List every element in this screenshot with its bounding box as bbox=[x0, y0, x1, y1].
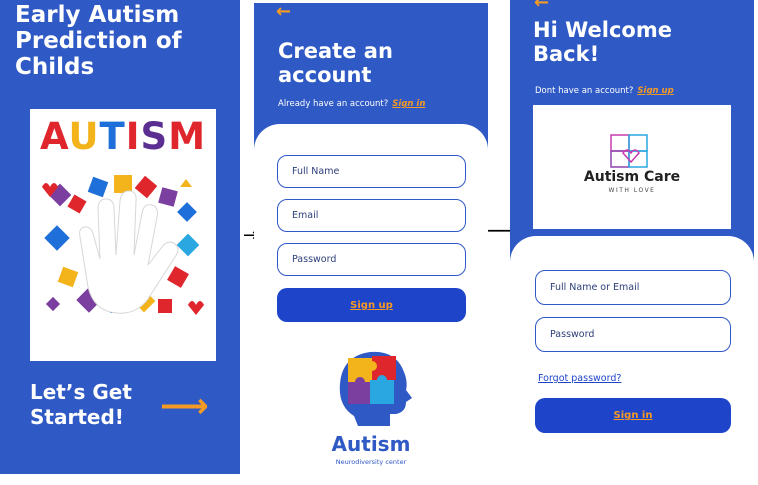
puzzle-heart-icon bbox=[610, 134, 648, 168]
care-logo-subtitle: WITH LOVE bbox=[608, 187, 656, 194]
signup-screen: ← Create an account Already have an acco… bbox=[254, 1, 488, 474]
logo-title: Autism bbox=[331, 432, 411, 456]
signup-form-panel: Full Name Email Password Sign up Autism … bbox=[254, 124, 488, 474]
full-name-field[interactable]: Full Name bbox=[277, 155, 466, 188]
signup-prompt: Dont have an account? Sign up bbox=[535, 86, 674, 96]
signin-prompt: Already have an account? Sign in bbox=[278, 99, 425, 109]
signup-link[interactable]: Sign up bbox=[637, 86, 673, 96]
signup-button[interactable]: Sign up bbox=[277, 288, 466, 322]
login-screen: ← Hi Welcome Back! Dont have an account?… bbox=[510, 0, 754, 478]
signin-button[interactable]: Sign in bbox=[535, 398, 731, 433]
autism-hand-illustration: AUTISM bbox=[30, 109, 216, 361]
full-name-or-email-field[interactable]: Full Name or Email bbox=[535, 270, 731, 305]
signup-prompt-text: Dont have an account? bbox=[535, 86, 634, 96]
get-started-arrow-icon[interactable]: ⟶ bbox=[160, 386, 209, 426]
login-title: Hi Welcome Back! bbox=[533, 18, 672, 66]
signin-link[interactable]: Sign in bbox=[392, 99, 425, 109]
forgot-password-link[interactable]: Forgot password? bbox=[538, 373, 621, 384]
login-form-panel: Full Name or Email Password Forgot passw… bbox=[510, 236, 754, 478]
password-field[interactable]: Password bbox=[535, 317, 731, 352]
signup-title: Create an account bbox=[278, 39, 393, 87]
logo-subtitle: Neurodiversity center bbox=[335, 458, 407, 466]
autism-head-logo-icon bbox=[339, 351, 412, 426]
care-logo-title: Autism Care bbox=[583, 169, 681, 185]
onboarding-screen: Early Autism Prediction of Childs AUTISM bbox=[0, 0, 240, 474]
back-arrow-icon[interactable]: ← bbox=[534, 0, 549, 13]
puzzle-hand-icon bbox=[42, 175, 204, 315]
signin-prompt-text: Already have an account? bbox=[278, 99, 389, 109]
password-field[interactable]: Password bbox=[277, 243, 466, 276]
onboarding-title: Early Autism Prediction of Childs bbox=[15, 2, 182, 80]
get-started-label: Let’s Get Started! bbox=[30, 380, 132, 429]
autism-care-logo: Autism Care WITH LOVE bbox=[533, 105, 731, 229]
email-field[interactable]: Email bbox=[277, 199, 466, 232]
back-arrow-icon[interactable]: ← bbox=[276, 1, 291, 22]
